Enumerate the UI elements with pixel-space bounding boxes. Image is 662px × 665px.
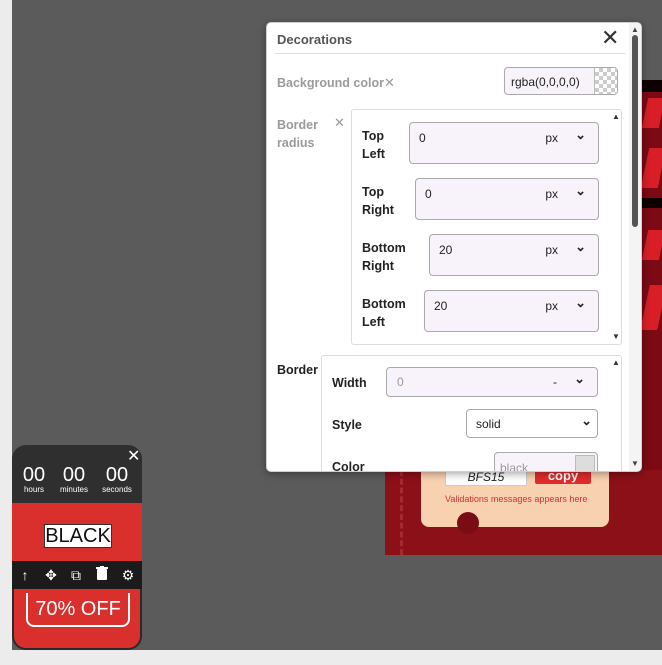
bottom-left-label: Bottom Left xyxy=(362,297,406,329)
background-color-value: rgba(0,0,0,0) xyxy=(511,75,580,89)
seconds-label: seconds xyxy=(102,485,132,494)
validation-message: Validations messages appears here xyxy=(445,494,588,504)
bottom-right-label: Bottom Right xyxy=(362,241,406,273)
trash-icon[interactable] xyxy=(93,566,111,584)
bottom-margin xyxy=(0,650,662,665)
countdown-timer: ✕ 00 hours 00 minutes 00 seconds xyxy=(12,445,142,503)
bottom-left-input[interactable]: 20 px ⌄ xyxy=(424,290,599,332)
chevron-down-icon[interactable]: ⌄ xyxy=(575,127,586,143)
clear-background-icon[interactable]: ✕ xyxy=(384,75,395,91)
scrollbar-thumb[interactable] xyxy=(632,35,638,227)
border-radius-label-line2: radius xyxy=(277,136,315,150)
chevron-down-icon[interactable]: ⌄ xyxy=(581,413,592,429)
close-icon[interactable]: ✕ xyxy=(127,449,140,465)
selected-text[interactable]: BLACK xyxy=(44,524,112,548)
hours-label: hours xyxy=(23,485,44,494)
ticket-notch xyxy=(457,512,479,534)
countdown-widget[interactable]: ✕ 00 hours 00 minutes 00 seconds BLACK ↑… xyxy=(12,445,142,650)
style-label: Style xyxy=(332,418,362,432)
coupon-code: BFS15 xyxy=(445,470,527,486)
top-right-label: Top Right xyxy=(362,185,394,217)
border-radius-label-line1: Border xyxy=(277,118,318,132)
duplicate-icon[interactable]: ⧉ xyxy=(67,566,85,584)
panel-scrollbar[interactable]: ▲▼ xyxy=(611,110,621,342)
close-icon[interactable]: ✕ xyxy=(601,27,619,49)
border-width-input[interactable]: 0 - ⌄ xyxy=(386,367,598,397)
text-section: BLACK xyxy=(12,503,142,563)
timer-minutes: 00 minutes xyxy=(54,465,94,495)
clear-border-radius-icon[interactable]: ✕ xyxy=(334,115,345,131)
offer-button[interactable]: 70% OFF xyxy=(26,593,130,627)
background-artwork xyxy=(641,80,662,470)
border-style-select[interactable]: solid ⌄ xyxy=(466,409,598,438)
minutes-label: minutes xyxy=(59,485,88,494)
coupon-banner: BFS15 copy Validations messages appears … xyxy=(385,470,662,555)
width-label: Width xyxy=(332,376,367,390)
offer-section: 70% OFF xyxy=(12,589,142,650)
chevron-down-icon[interactable]: ⌄ xyxy=(575,295,586,311)
seconds-value: 00 xyxy=(105,464,129,486)
decorations-dialog: Decorations ✕ Background color ✕ rgba(0,… xyxy=(266,22,642,472)
bottom-right-input[interactable]: 20 px ⌄ xyxy=(429,234,599,276)
top-left-label: Top Left xyxy=(362,129,385,161)
border-panel: ▲▼ Width 0 - ⌄ Style solid ⌄ Color black xyxy=(321,355,622,472)
dialog-header: Decorations ✕ xyxy=(275,23,625,54)
move-icon[interactable]: ✥ xyxy=(42,566,60,584)
arrow-up-icon[interactable]: ↑ xyxy=(16,566,34,584)
timer-seconds: 00 seconds xyxy=(97,465,137,495)
color-label: Color xyxy=(332,460,365,472)
top-right-input[interactable]: 0 px ⌄ xyxy=(415,178,599,220)
copy-button[interactable]: copy xyxy=(535,470,591,484)
chevron-down-icon[interactable]: ⌄ xyxy=(575,239,586,255)
timer-hours: 00 hours xyxy=(14,465,54,495)
dialog-scrollbar[interactable]: ▲ ▼ xyxy=(629,23,641,471)
panel-scrollbar[interactable]: ▲▼ xyxy=(611,356,621,471)
chevron-down-icon[interactable]: ⌄ xyxy=(574,371,585,387)
hours-value: 00 xyxy=(22,464,46,486)
chevron-down-icon[interactable]: ⌄ xyxy=(575,183,586,199)
border-label: Border xyxy=(277,363,318,377)
gear-icon[interactable]: ⚙ xyxy=(119,566,137,584)
element-toolbar: ↑ ✥ ⧉ ⚙ xyxy=(12,561,142,589)
background-color-input[interactable]: rgba(0,0,0,0) xyxy=(504,67,618,95)
dialog-title: Decorations xyxy=(277,32,353,47)
border-color-input[interactable]: black xyxy=(494,452,598,471)
border-radius-label: Border radius xyxy=(277,116,327,152)
top-left-input[interactable]: 0 px ⌄ xyxy=(409,122,599,164)
transparency-swatch[interactable] xyxy=(594,68,617,94)
perforation xyxy=(400,470,407,555)
background-color-label: Background color xyxy=(277,76,384,90)
border-radius-panel: ▲ ▼ Top Left 0 px ⌄ Top Right 0 px ⌄ Bottom… xyxy=(351,109,622,345)
left-margin xyxy=(0,0,12,650)
minutes-value: 00 xyxy=(62,464,86,486)
color-swatch[interactable] xyxy=(575,455,595,471)
